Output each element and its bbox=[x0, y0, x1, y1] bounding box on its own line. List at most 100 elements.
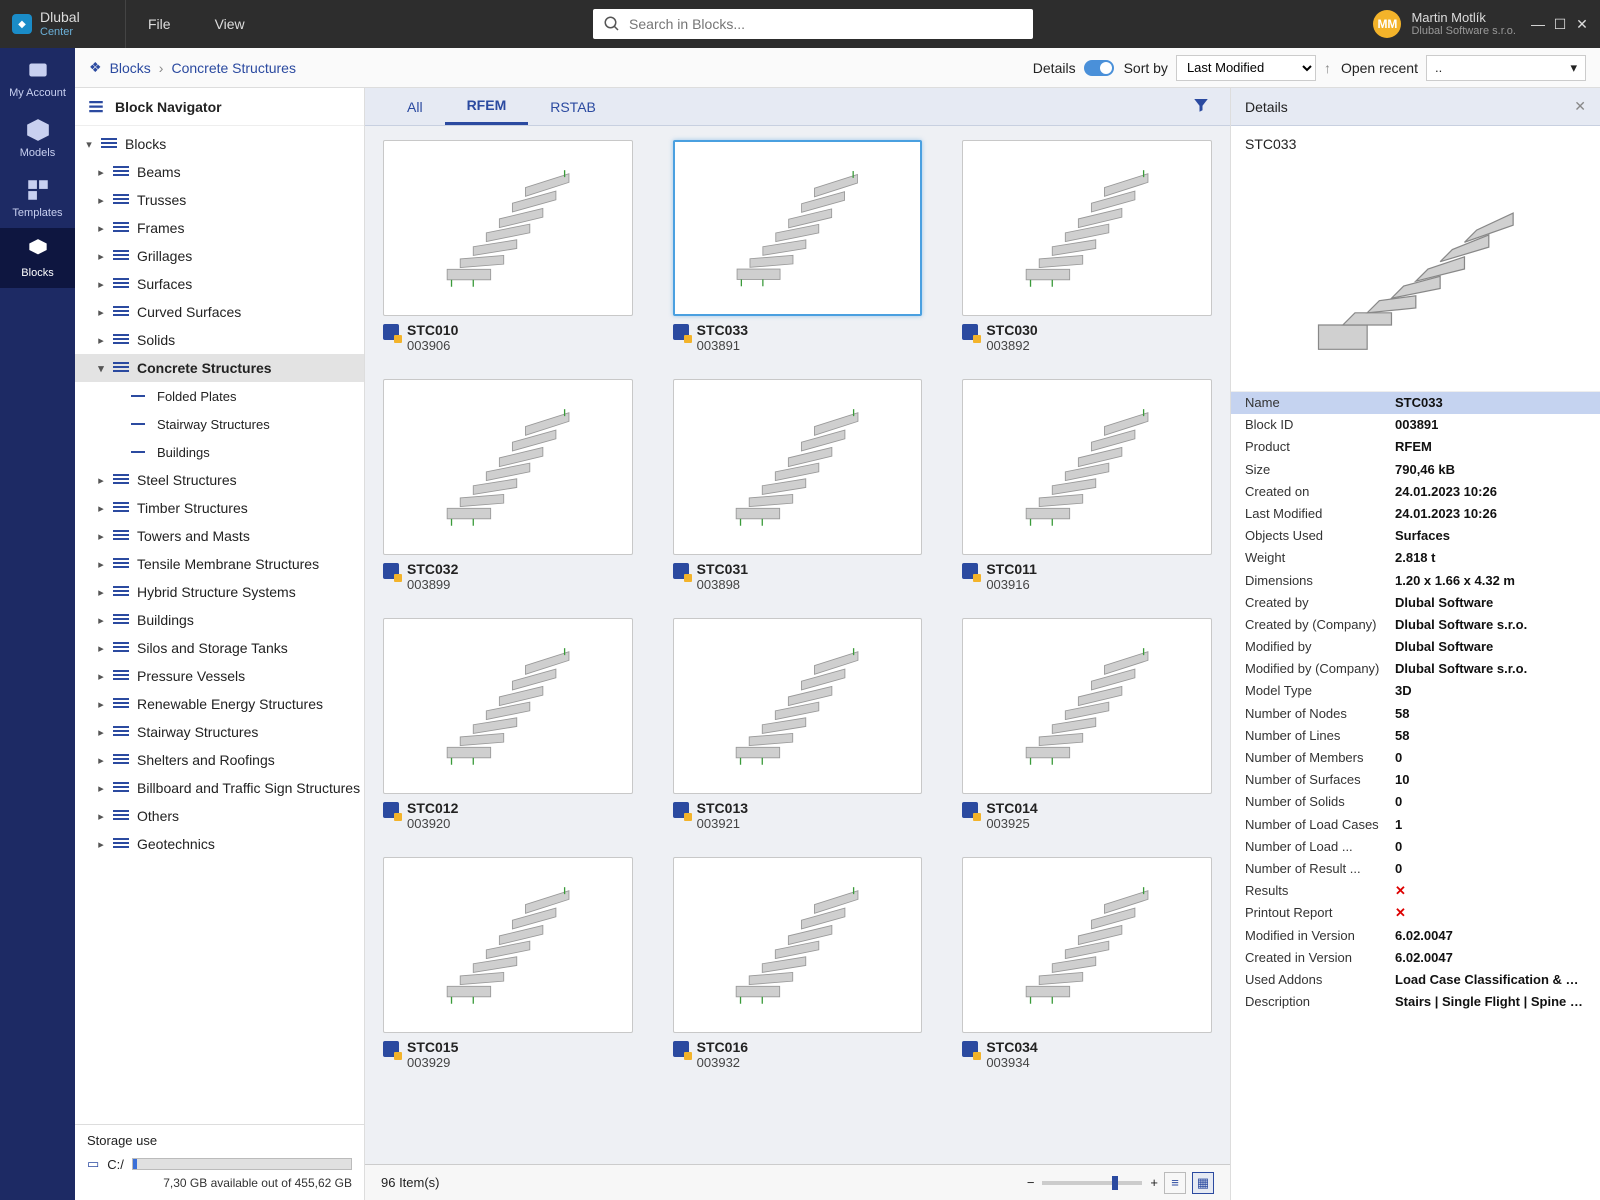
card-thumbnail[interactable] bbox=[673, 857, 923, 1033]
block-card[interactable]: STC010003906 bbox=[383, 140, 633, 353]
sidenav-templates[interactable]: Templates bbox=[0, 168, 75, 228]
tree-item[interactable]: ▸Hybrid Structure Systems bbox=[75, 578, 364, 606]
tree-item[interactable]: ▸Tensile Membrane Structures bbox=[75, 550, 364, 578]
crumb-1[interactable]: Blocks bbox=[110, 60, 151, 76]
navigator-icon bbox=[87, 98, 105, 116]
tree-root[interactable]: ▾Blocks bbox=[75, 130, 364, 158]
block-card[interactable]: STC013003921 bbox=[673, 618, 923, 831]
tree-item[interactable]: ▸Silos and Storage Tanks bbox=[75, 634, 364, 662]
menu-file[interactable]: File bbox=[126, 0, 193, 48]
tree-item[interactable]: ▸Others bbox=[75, 802, 364, 830]
details-row: Number of Load Cases1 bbox=[1231, 814, 1600, 836]
zoom-slider[interactable]: − + bbox=[1027, 1175, 1158, 1190]
details-key: Number of Solids bbox=[1245, 793, 1395, 811]
block-card[interactable]: STC033003891 bbox=[673, 140, 923, 353]
details-key: Created on bbox=[1245, 483, 1395, 501]
card-thumbnail[interactable] bbox=[383, 379, 633, 555]
open-recent-select[interactable]: .. ▾ bbox=[1426, 55, 1586, 81]
tree-subitem[interactable]: Buildings bbox=[75, 438, 364, 466]
open-recent-label: Open recent bbox=[1341, 60, 1418, 76]
crumb-2[interactable]: Concrete Structures bbox=[171, 60, 296, 76]
tree-subitem[interactable]: Stairway Structures bbox=[75, 410, 364, 438]
card-thumbnail[interactable] bbox=[673, 618, 923, 794]
block-card[interactable]: STC030003892 bbox=[962, 140, 1212, 353]
block-card[interactable]: STC012003920 bbox=[383, 618, 633, 831]
zoom-in-icon[interactable]: + bbox=[1150, 1175, 1158, 1190]
tree-item[interactable]: ▾Concrete Structures bbox=[75, 354, 364, 382]
tree-item[interactable]: ▸Frames bbox=[75, 214, 364, 242]
sidenav-models[interactable]: Models bbox=[0, 108, 75, 168]
close-icon[interactable]: ✕ bbox=[1574, 98, 1586, 115]
tab-rfem[interactable]: RFEM bbox=[445, 88, 529, 125]
sidenav-my-account[interactable]: My Account bbox=[0, 48, 75, 108]
card-thumbnail[interactable] bbox=[383, 618, 633, 794]
block-card[interactable]: STC011003916 bbox=[962, 379, 1212, 592]
tree-item[interactable]: ▸Renewable Energy Structures bbox=[75, 690, 364, 718]
close-icon[interactable]: ✕ bbox=[1574, 16, 1590, 32]
storage-title: Storage use bbox=[87, 1133, 352, 1148]
menu-view[interactable]: View bbox=[193, 0, 267, 48]
tree-item[interactable]: ▸Geotechnics bbox=[75, 830, 364, 858]
tree-item[interactable]: ▸Billboard and Traffic Sign Structures bbox=[75, 774, 364, 802]
search-box[interactable] bbox=[593, 9, 1033, 39]
tree-item[interactable]: ▸Beams bbox=[75, 158, 364, 186]
sort-direction-icon[interactable]: ↑ bbox=[1324, 60, 1331, 76]
details-toggle[interactable]: Details bbox=[1033, 60, 1114, 76]
tree-item[interactable]: ▸Timber Structures bbox=[75, 494, 364, 522]
block-card[interactable]: STC014003925 bbox=[962, 618, 1212, 831]
templates-icon bbox=[25, 177, 51, 203]
card-thumbnail[interactable] bbox=[962, 379, 1212, 555]
card-thumbnail[interactable] bbox=[673, 140, 923, 316]
tree-subitem[interactable]: Folded Plates bbox=[75, 382, 364, 410]
tree-item[interactable]: ▸Trusses bbox=[75, 186, 364, 214]
tree-item[interactable]: ▸Grillages bbox=[75, 242, 364, 270]
gallery-column: All RFEM RSTAB STC010003906STC033003891S… bbox=[365, 88, 1230, 1200]
details-label: Details bbox=[1033, 60, 1076, 76]
filter-icon[interactable] bbox=[1192, 96, 1210, 117]
tree-item[interactable]: ▸Surfaces bbox=[75, 270, 364, 298]
card-id: 003898 bbox=[697, 577, 748, 592]
gallery-scroll[interactable]: STC010003906STC033003891STC030003892STC0… bbox=[365, 126, 1230, 1164]
minimize-icon[interactable]: — bbox=[1530, 16, 1546, 32]
tree-item[interactable]: ▸Towers and Masts bbox=[75, 522, 364, 550]
card-thumbnail[interactable] bbox=[962, 857, 1212, 1033]
sidenav-blocks[interactable]: Blocks bbox=[0, 228, 75, 288]
zoom-out-icon[interactable]: − bbox=[1027, 1175, 1035, 1190]
details-key: Modified in Version bbox=[1245, 927, 1395, 945]
block-card[interactable]: STC031003898 bbox=[673, 379, 923, 592]
tree-item[interactable]: ▸Buildings bbox=[75, 606, 364, 634]
navigator-tree[interactable]: ▾Blocks▸Beams▸Trusses▸Frames▸Grillages▸S… bbox=[75, 126, 364, 1124]
block-card[interactable]: STC016003932 bbox=[673, 857, 923, 1070]
card-thumbnail[interactable] bbox=[962, 140, 1212, 316]
tree-item[interactable]: ▸Shelters and Roofings bbox=[75, 746, 364, 774]
card-thumbnail[interactable] bbox=[962, 618, 1212, 794]
tree-item[interactable]: ▸Steel Structures bbox=[75, 466, 364, 494]
block-card[interactable]: STC034003934 bbox=[962, 857, 1212, 1070]
sortby-label: Sort by bbox=[1124, 60, 1168, 76]
card-name: STC033 bbox=[697, 322, 748, 338]
view-list-icon[interactable]: ≡ bbox=[1164, 1172, 1186, 1194]
card-id: 003892 bbox=[986, 338, 1037, 353]
breadcrumb: ❖ Blocks › Concrete Structures bbox=[89, 59, 296, 76]
toggle-switch-icon[interactable] bbox=[1084, 60, 1114, 76]
tree-item[interactable]: ▸Stairway Structures bbox=[75, 718, 364, 746]
tree-item[interactable]: ▸Pressure Vessels bbox=[75, 662, 364, 690]
user-info[interactable]: MM Martin Motlík Dlubal Software s.r.o. bbox=[1359, 10, 1530, 38]
view-grid-icon[interactable]: ▦ bbox=[1192, 1172, 1214, 1194]
block-card[interactable]: STC015003929 bbox=[383, 857, 633, 1070]
details-key: Description bbox=[1245, 993, 1395, 1011]
card-thumbnail[interactable] bbox=[383, 857, 633, 1033]
sidenav-label: Models bbox=[20, 147, 55, 159]
card-thumbnail[interactable] bbox=[673, 379, 923, 555]
card-thumbnail[interactable] bbox=[383, 140, 633, 316]
search-input[interactable] bbox=[629, 16, 1023, 32]
tab-rstab[interactable]: RSTAB bbox=[528, 88, 618, 125]
maximize-icon[interactable]: ☐ bbox=[1552, 16, 1568, 32]
tree-item[interactable]: ▸Curved Surfaces bbox=[75, 298, 364, 326]
details-value: 3D bbox=[1395, 682, 1586, 700]
block-type-icon bbox=[673, 802, 689, 818]
tree-item[interactable]: ▸Solids bbox=[75, 326, 364, 354]
block-card[interactable]: STC032003899 bbox=[383, 379, 633, 592]
tab-all[interactable]: All bbox=[385, 88, 445, 125]
sort-select[interactable]: Last Modified bbox=[1176, 55, 1316, 81]
